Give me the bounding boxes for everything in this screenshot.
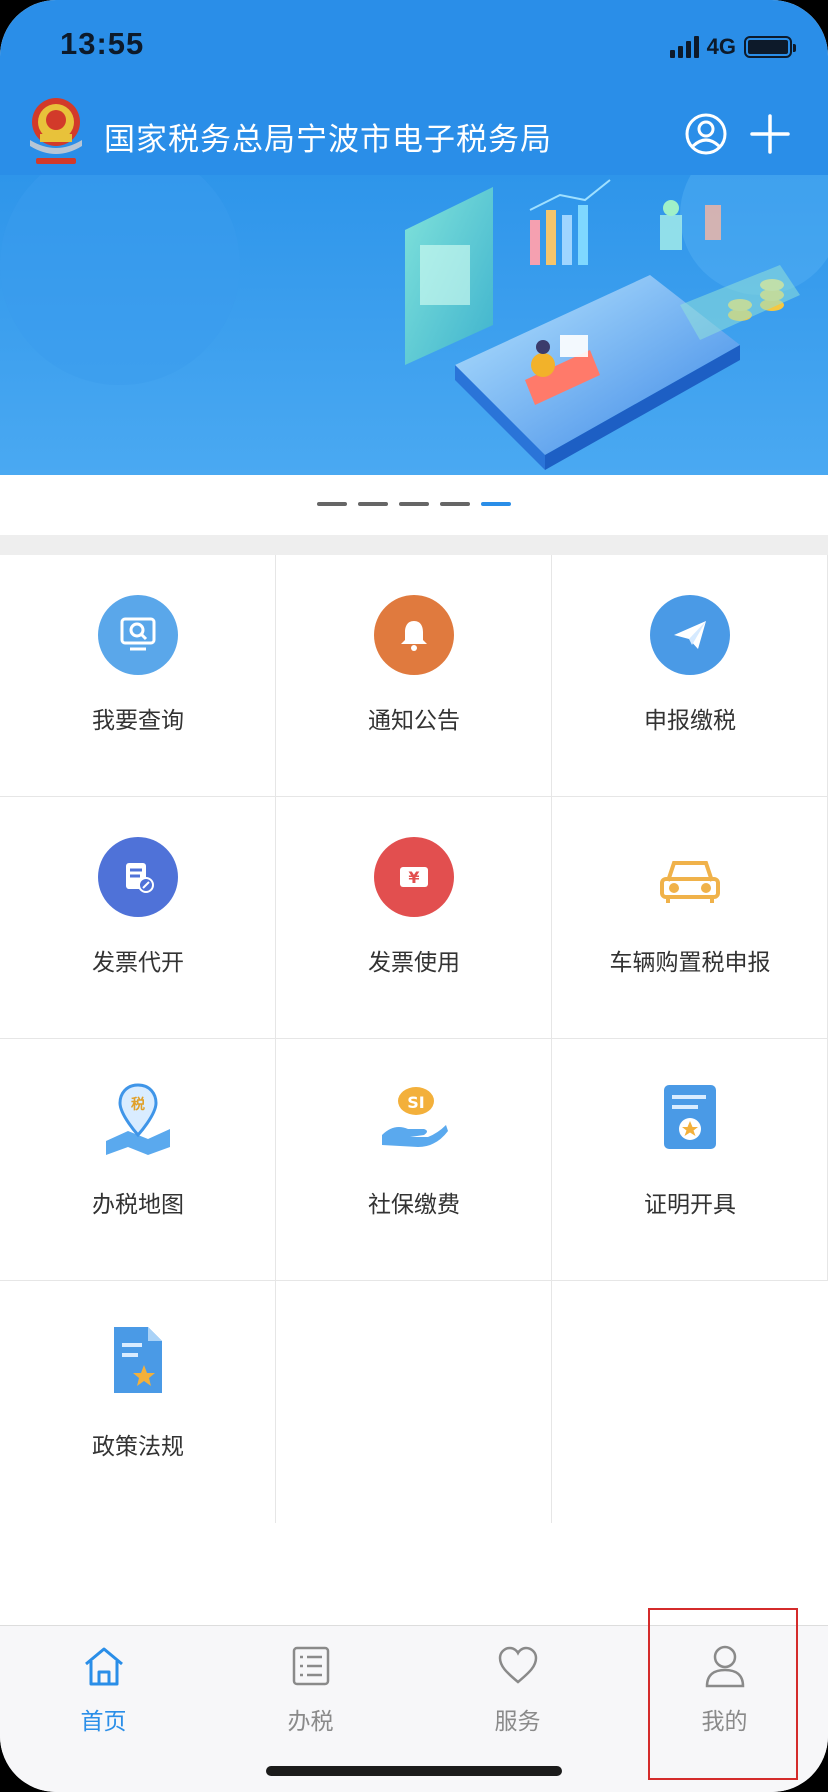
certificate-icon — [650, 1079, 730, 1159]
phone-screen: 13:55 4G 国家税务总局宁波市电子税务局 我要查询 通知公告 申报缴税 发… — [0, 0, 828, 1792]
grid-item-empty — [276, 1281, 552, 1523]
svg-text:税: 税 — [131, 1096, 145, 1113]
carousel-dot[interactable] — [399, 502, 429, 506]
home-icon — [85, 1647, 123, 1686]
grid-item-label: 我要查询 — [92, 708, 184, 734]
grid-item-empty — [552, 1281, 828, 1523]
grid-item-vehicle-tax[interactable]: 车辆购置税申报 — [552, 797, 828, 1039]
tab-service[interactable]: 服务 — [414, 1644, 621, 1754]
carousel-dot[interactable] — [440, 502, 470, 506]
tab-label: 办税 — [287, 1709, 334, 1735]
battery-icon — [744, 36, 796, 58]
tax-emblem-icon — [30, 98, 82, 164]
grid-item-certificate[interactable]: 证明开具 — [552, 1039, 828, 1281]
invoice-edit-icon — [98, 837, 178, 917]
signal-icon — [669, 36, 699, 58]
carousel-dot-active[interactable] — [481, 502, 511, 506]
tab-home[interactable]: 首页 — [0, 1644, 207, 1754]
grid-item-label: 证明开具 — [644, 1192, 736, 1218]
home-indicator[interactable] — [266, 1766, 562, 1776]
status-indicators: 4G — [669, 34, 796, 60]
grid-item-label: 发票代开 — [92, 950, 184, 976]
grid-item-label: 通知公告 — [368, 708, 460, 734]
carousel-dot[interactable] — [317, 502, 347, 506]
grid-item-invoice-issue[interactable]: 发票代开 — [0, 797, 276, 1039]
grid-item-label: 发票使用 — [368, 950, 460, 976]
app-title: 国家税务总局宁波市电子税务局 — [104, 122, 552, 158]
grid-item-invoice-use[interactable]: ¥ 发票使用 — [276, 797, 552, 1039]
invoice-yen-icon: ¥ — [374, 837, 454, 917]
grid-item-notice[interactable]: 通知公告 — [276, 555, 552, 797]
grid-item-label: 车辆购置税申报 — [609, 950, 771, 976]
tab-tax[interactable]: 办税 — [207, 1644, 414, 1754]
grid-item-label: 政策法规 — [92, 1434, 184, 1460]
network-type: 4G — [706, 34, 736, 59]
heart-icon — [498, 1646, 538, 1684]
map-pin-icon: 税 — [98, 1079, 178, 1159]
status-time: 13:55 — [60, 26, 145, 61]
grid-item-label: 社保缴费 — [368, 1192, 460, 1218]
grid-item-social-security[interactable]: SI 社保缴费 — [276, 1039, 552, 1281]
banner-illustration — [0, 175, 828, 470]
plus-icon[interactable] — [748, 112, 792, 156]
carousel-dots[interactable] — [0, 502, 828, 506]
svg-text:SI: SI — [407, 1093, 424, 1112]
carousel-dot[interactable] — [358, 502, 388, 506]
tab-label: 首页 — [80, 1709, 127, 1735]
paper-plane-icon — [650, 595, 730, 675]
query-screen-icon — [98, 595, 178, 675]
car-icon — [650, 837, 730, 917]
list-icon — [292, 1646, 330, 1686]
grid-item-declare[interactable]: 申报缴税 — [552, 555, 828, 797]
section-divider — [0, 535, 828, 555]
policy-doc-icon — [98, 1321, 178, 1401]
tab-label: 服务 — [494, 1709, 541, 1735]
user-icon[interactable] — [684, 112, 728, 156]
banner-carousel[interactable] — [0, 175, 828, 475]
social-security-icon: SI — [374, 1079, 454, 1159]
grid-item-label: 办税地图 — [92, 1192, 184, 1218]
grid-item-label: 申报缴税 — [644, 708, 736, 734]
bell-icon — [374, 595, 454, 675]
highlight-box — [648, 1608, 798, 1780]
header-bar: 13:55 4G 国家税务总局宁波市电子税务局 — [0, 0, 828, 175]
grid-item-policy[interactable]: 政策法规 — [0, 1281, 276, 1523]
svg-text:¥: ¥ — [408, 868, 419, 887]
grid-item-query[interactable]: 我要查询 — [0, 555, 276, 797]
grid-item-tax-map[interactable]: 税 办税地图 — [0, 1039, 276, 1281]
